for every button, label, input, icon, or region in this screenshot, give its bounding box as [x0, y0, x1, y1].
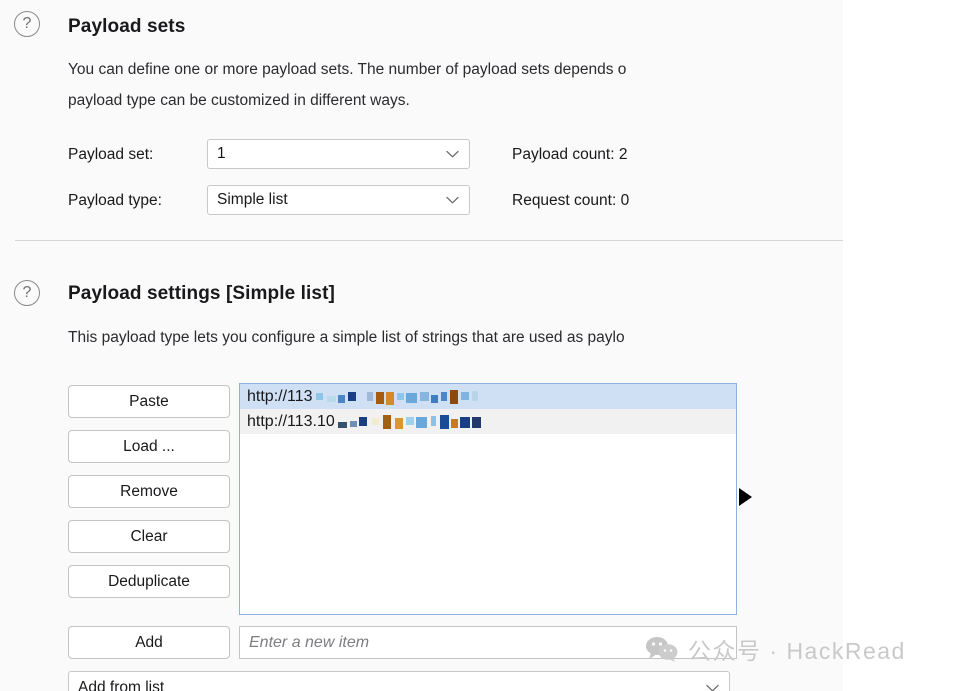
payload-sets-description-line2: payload type can be customized in differ… [68, 90, 410, 112]
clear-button[interactable]: Clear [68, 520, 230, 553]
list-item[interactable]: http://113.10 [240, 409, 736, 434]
wechat-icon [645, 636, 679, 662]
watermark: 公众号 · HackRead [645, 632, 906, 666]
new-item-input-placeholder: Enter a new item [249, 634, 369, 652]
add-from-list-dropdown-value: Add from list [78, 679, 164, 691]
payload-sets-description-line1: You can define one or more payload sets.… [68, 59, 626, 81]
payload-type-dropdown[interactable]: Simple list [207, 185, 470, 215]
load-button[interactable]: Load ... [68, 430, 230, 463]
remove-button[interactable]: Remove [68, 475, 230, 508]
paste-button[interactable]: Paste [68, 385, 230, 418]
question-mark-circle-icon[interactable]: ? [14, 11, 40, 37]
payload-set-dropdown-value: 1 [217, 145, 226, 163]
chevron-down-icon [446, 150, 459, 158]
payload-set-label: Payload set: [68, 146, 153, 164]
redacted-url-mosaic [316, 384, 478, 408]
payload-settings-section: ? Payload settings [Simple list] This pa… [0, 241, 843, 691]
add-from-list-dropdown[interactable]: Add from list [68, 671, 730, 691]
payload-list[interactable]: http://113 http://113.10 [239, 383, 737, 615]
payload-count-text: Payload count: 2 [512, 146, 627, 164]
payload-settings-description: This payload type lets you configure a s… [68, 327, 625, 349]
payload-type-label: Payload type: [68, 192, 162, 210]
payload-sets-title: Payload sets [68, 16, 185, 38]
watermark-text: 公众号 · HackRead [688, 632, 906, 666]
list-item-text: http://113 [247, 388, 313, 405]
chevron-down-icon [706, 684, 719, 691]
chevron-down-icon [446, 196, 459, 204]
payload-sets-section: ? Payload sets You can define one or mor… [0, 0, 843, 240]
question-mark-circle-icon[interactable]: ? [14, 280, 40, 306]
payload-settings-title: Payload settings [Simple list] [68, 283, 335, 305]
request-count-text: Request count: 0 [512, 192, 629, 210]
add-button[interactable]: Add [68, 626, 230, 659]
list-item-text: http://113.10 [247, 413, 335, 430]
redacted-url-mosaic [338, 409, 481, 433]
list-item[interactable]: http://113 [240, 384, 736, 409]
payload-type-dropdown-value: Simple list [217, 191, 288, 209]
mouse-pointer-arrow-icon [739, 488, 752, 506]
payload-config-panel: ? Payload sets You can define one or mor… [0, 0, 843, 691]
payload-set-dropdown[interactable]: 1 [207, 139, 470, 169]
deduplicate-button[interactable]: Deduplicate [68, 565, 230, 598]
